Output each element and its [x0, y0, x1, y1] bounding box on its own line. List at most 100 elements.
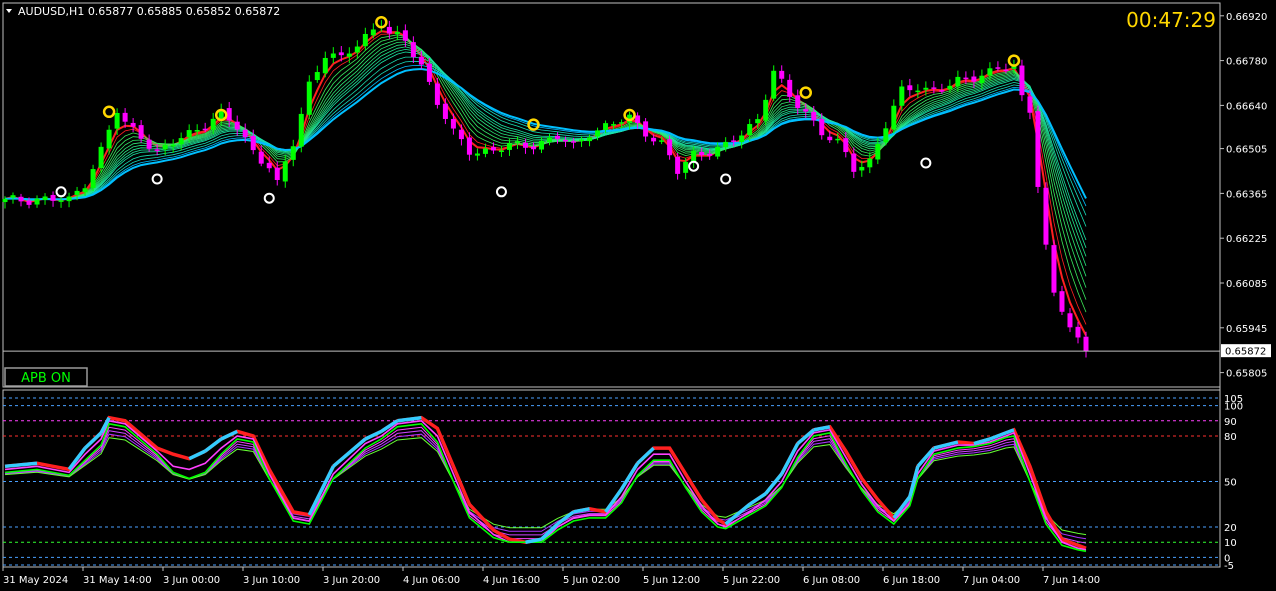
candle-body: [474, 153, 480, 156]
candle-body: [354, 46, 360, 53]
candle-body: [899, 86, 905, 106]
bar-countdown: 00:47:29: [1126, 8, 1216, 32]
candle-body: [915, 90, 921, 93]
candle-body: [787, 79, 793, 97]
candle-body: [715, 146, 721, 157]
candle-body: [154, 149, 160, 151]
candle-body: [266, 162, 272, 169]
oscillator-tick-label: 100: [1224, 402, 1243, 413]
candle-body: [146, 139, 152, 149]
candle-body: [803, 109, 809, 112]
candle-body: [386, 26, 392, 34]
time-tick-label: 6 Jun 18:00: [883, 575, 940, 586]
candle-body: [498, 150, 504, 153]
candle-body: [595, 130, 601, 137]
candle-body: [298, 113, 304, 147]
candle-body: [635, 115, 641, 123]
time-tick-label: 6 Jun 08:00: [803, 575, 860, 586]
candle-body: [98, 146, 104, 169]
candle-body: [194, 130, 200, 132]
price-tick-label: 0.65805: [1226, 369, 1267, 380]
oscillator-tick-label: 80: [1224, 432, 1237, 443]
candle-body: [234, 121, 240, 130]
price-tick-label: 0.66365: [1226, 189, 1267, 200]
candle-body: [66, 196, 72, 202]
candle-body: [514, 141, 520, 143]
candle-body: [226, 108, 232, 121]
price-tick-label: 0.66085: [1226, 279, 1267, 290]
candle-body: [58, 200, 64, 202]
candle-body: [426, 63, 432, 82]
candle-body: [394, 31, 400, 35]
candle-body: [971, 76, 977, 82]
candle-body: [1027, 96, 1033, 113]
candle-body: [611, 124, 617, 126]
candle-body: [707, 153, 713, 156]
candle-body: [579, 139, 585, 142]
candle-body: [210, 118, 216, 130]
candle-body: [851, 153, 857, 172]
candle-body: [178, 138, 184, 145]
candle-body: [450, 118, 456, 129]
candle-body: [418, 56, 424, 65]
symbol-info: AUDUSD,H1 0.65877 0.65885 0.65852 0.6587…: [18, 5, 280, 18]
candle-body: [82, 188, 88, 193]
candle-body: [691, 150, 697, 162]
time-tick-label: 31 May 14:00: [83, 575, 152, 586]
candle-body: [907, 85, 913, 91]
candle-body: [466, 137, 472, 155]
candle-body: [290, 146, 296, 160]
candle-body: [50, 194, 56, 201]
candle-body: [699, 151, 705, 156]
candle-body: [939, 90, 945, 92]
candle-body: [362, 33, 368, 47]
candle-body: [458, 129, 464, 140]
current-price-label: 0.65872: [1225, 347, 1266, 358]
candle-body: [338, 52, 344, 56]
apb-badge[interactable]: APB ON: [21, 371, 71, 386]
candle-body: [370, 29, 376, 36]
candle-body: [282, 161, 288, 182]
candle-body: [258, 151, 264, 164]
candle-body: [106, 129, 112, 149]
candle-body: [843, 138, 849, 153]
candle-body: [987, 68, 993, 76]
candle-body: [322, 57, 328, 74]
price-tick-label: 0.66780: [1226, 57, 1267, 68]
candle-body: [242, 129, 248, 138]
candle-body: [442, 103, 448, 119]
candle-body: [651, 137, 657, 142]
candle-body: [587, 137, 593, 142]
candle-body: [186, 130, 192, 138]
candle-body: [306, 81, 312, 115]
time-tick-label: 7 Jun 14:00: [1043, 575, 1100, 586]
candle-body: [346, 53, 352, 57]
candle-body: [1019, 65, 1025, 96]
candle-body: [555, 135, 561, 139]
price-tick-label: 0.65945: [1226, 324, 1267, 335]
candle-body: [250, 135, 256, 151]
candle-body: [883, 128, 889, 143]
candle-body: [603, 123, 609, 130]
candle-body: [530, 146, 536, 150]
candle-body: [827, 136, 833, 141]
candle-body: [835, 138, 841, 141]
candle-body: [547, 137, 553, 143]
candle-body: [402, 30, 408, 41]
trading-chart[interactable]: 0.66920 0.66780 0.66640 0.66505 0.66365 0.662…: [0, 0, 1276, 591]
candle-body: [811, 111, 817, 121]
candle-body: [122, 112, 128, 122]
time-tick-label: 4 Jun 06:00: [403, 575, 460, 586]
price-tick-label: 0.66505: [1226, 145, 1267, 156]
candle-body: [34, 198, 40, 205]
candle-body: [859, 166, 865, 171]
price-tick-label: 0.66225: [1226, 234, 1267, 245]
candle-body: [979, 75, 985, 84]
candle-body: [522, 142, 528, 148]
candle-body: [482, 148, 488, 154]
candle-body: [74, 190, 80, 196]
candle-body: [683, 161, 689, 173]
candle-body: [659, 140, 665, 142]
candle-body: [891, 105, 897, 130]
candle-body: [867, 158, 873, 168]
